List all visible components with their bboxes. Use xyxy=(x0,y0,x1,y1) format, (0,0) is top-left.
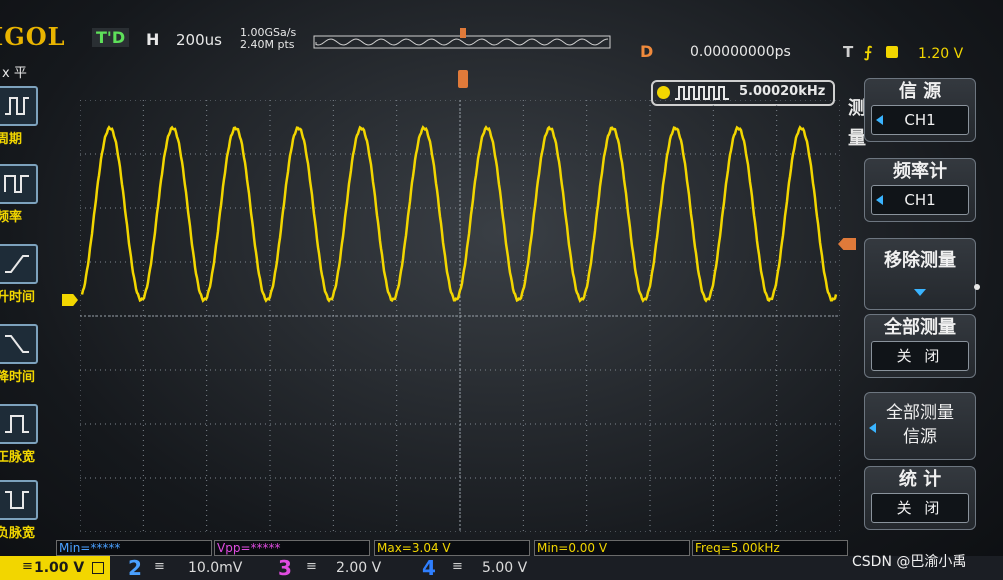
measure-negative-width-button[interactable]: 负脉宽 xyxy=(0,480,44,541)
delay-label: D xyxy=(640,42,654,61)
measure-fall-time-button[interactable]: 降时间 xyxy=(0,324,44,385)
menu-page-dot xyxy=(974,284,980,290)
left-panel-title: x 平 xyxy=(2,66,27,81)
all-measure-source-value: 信源 xyxy=(903,427,937,447)
period-icon xyxy=(0,86,38,126)
ch3-status[interactable]: 3 ≡ 2.00 V xyxy=(272,556,412,580)
statistics-title: 统 计 xyxy=(898,469,942,490)
ch1-status[interactable]: ≡ 1.00 V xyxy=(0,556,110,580)
frequency-icon xyxy=(0,164,38,204)
measurement-max-ch1: Max=3.04 V xyxy=(374,540,530,556)
measurement-vpp-ch3: Vpp=***** xyxy=(214,540,370,556)
measurement-min-ch2: Min=***** xyxy=(56,540,212,556)
all-measure-source-title: 全部测量 xyxy=(886,403,954,423)
positive-width-label: 正脉宽 xyxy=(0,450,36,465)
measurement-freq-ch1: Freq=5.00kHz xyxy=(692,540,848,556)
remove-measure-title: 移除测量 xyxy=(884,250,956,271)
period-label: 周期 xyxy=(0,132,23,147)
ch3-number: 3 xyxy=(278,556,292,580)
statistics-value: 关 闭 xyxy=(871,493,969,523)
ch2-scale: 10.0mV xyxy=(188,560,243,576)
rising-edge-icon: ⨍ xyxy=(864,43,873,61)
all-measure-toggle-button[interactable]: 全部测量 关 闭 xyxy=(864,314,976,378)
measure-period-button[interactable]: 周期 xyxy=(0,86,44,147)
negative-width-icon xyxy=(0,480,38,520)
source-value: CH1 xyxy=(904,111,936,129)
all-measure-source-button[interactable]: 全部测量 信源 xyxy=(864,392,976,460)
measurement-bar: Min=***** Vpp=***** Max=3.04 V Min=0.00 … xyxy=(56,540,848,556)
memory-overview-icon xyxy=(313,28,611,49)
fall-time-label: 降时间 xyxy=(0,370,36,385)
frequency-value: 5.00020kHz xyxy=(739,84,826,99)
ch3-scale: 2.00 V xyxy=(336,560,382,576)
delay-value[interactable]: 0.00000000ps xyxy=(690,44,791,60)
measure-positive-width-button[interactable]: 正脉宽 xyxy=(0,404,44,465)
all-measure-value: 关 闭 xyxy=(871,341,969,371)
ch1-scale: 1.00 V xyxy=(34,560,85,576)
left-measure-panel: x 平 周期 频率 升时间 降时间 正脉宽 负脉宽 xyxy=(0,60,46,541)
select-arrow-icon xyxy=(876,195,883,205)
negative-width-label: 负脉宽 xyxy=(0,526,36,541)
statistics-menu-button[interactable]: 统 计 关 闭 xyxy=(864,466,976,530)
timebase-value[interactable]: 200us xyxy=(176,31,222,49)
ch1-bandwidth-icon xyxy=(92,562,104,574)
frequency-label: 频率 xyxy=(0,210,23,225)
sample-info: 1.00GSa/s 2.40M pts xyxy=(240,27,296,51)
ch1-coupling-icon: ≡ xyxy=(22,559,33,574)
trigger-level[interactable]: 1.20 V xyxy=(918,46,963,62)
top-status-bar: IGOL T'D H 200us 1.00GSa/s 2.40M pts D 0… xyxy=(0,22,1003,62)
frequency-counter-menu-button[interactable]: 频率计 CH1 xyxy=(864,158,976,222)
measurement-min-ch1: Min=0.00 V xyxy=(534,540,690,556)
ch2-number: 2 xyxy=(128,556,142,580)
trigger-position-marker[interactable] xyxy=(458,70,468,88)
horizontal-label: H xyxy=(146,30,160,49)
remove-measure-button[interactable]: 移除测量 xyxy=(864,238,976,310)
select-arrow-icon xyxy=(869,423,876,433)
source-title: 信 源 xyxy=(898,81,942,102)
trigger-source-badge xyxy=(886,46,898,58)
fall-time-icon xyxy=(0,324,38,364)
frequency-counter-title: 频率计 xyxy=(893,161,947,182)
dropdown-arrow-icon xyxy=(914,289,926,296)
ch4-coupling-icon: ≡ xyxy=(452,559,463,574)
measure-rise-time-button[interactable]: 升时间 xyxy=(0,244,44,305)
brand-logo: IGOL xyxy=(0,22,66,51)
trigger-label: T xyxy=(843,43,854,61)
ch4-status[interactable]: 4 ≡ 5.00 V xyxy=(416,556,546,580)
ch1-waveform-trace xyxy=(80,125,838,303)
trigger-status: T'D xyxy=(92,28,130,47)
ch1-source-dot xyxy=(657,86,670,99)
measure-frequency-button[interactable]: 频率 xyxy=(0,164,44,225)
frequency-counter-value: CH1 xyxy=(904,191,936,209)
rise-time-label: 升时间 xyxy=(0,290,36,305)
select-arrow-icon xyxy=(876,115,883,125)
ch4-scale: 5.00 V xyxy=(482,560,528,576)
ch2-status[interactable]: 2 ≡ 10.0mV xyxy=(118,556,268,580)
source-menu-button[interactable]: 信 源 CH1 xyxy=(864,78,976,142)
oscilloscope-screen: IGOL T'D H 200us 1.00GSa/s 2.40M pts D 0… xyxy=(0,0,1003,580)
ch4-number: 4 xyxy=(422,556,436,580)
memory-depth: 2.40M pts xyxy=(240,38,295,51)
ch1-offset-marker[interactable] xyxy=(62,294,78,306)
watermark: CSDN @巴渝小禹 xyxy=(852,554,967,570)
rise-time-icon xyxy=(0,244,38,284)
right-measure-menu: 测量 信 源 CH1 频率计 CH1 移除测量 全部测量 关 闭 全部测量 信源… xyxy=(846,78,976,538)
all-measure-title: 全部测量 xyxy=(884,317,956,338)
waveform-display[interactable] xyxy=(80,100,840,532)
ch3-coupling-icon: ≡ xyxy=(306,559,317,574)
ch2-coupling-icon: ≡ xyxy=(154,559,165,574)
positive-width-icon xyxy=(0,404,38,444)
square-wave-icon xyxy=(675,86,729,100)
